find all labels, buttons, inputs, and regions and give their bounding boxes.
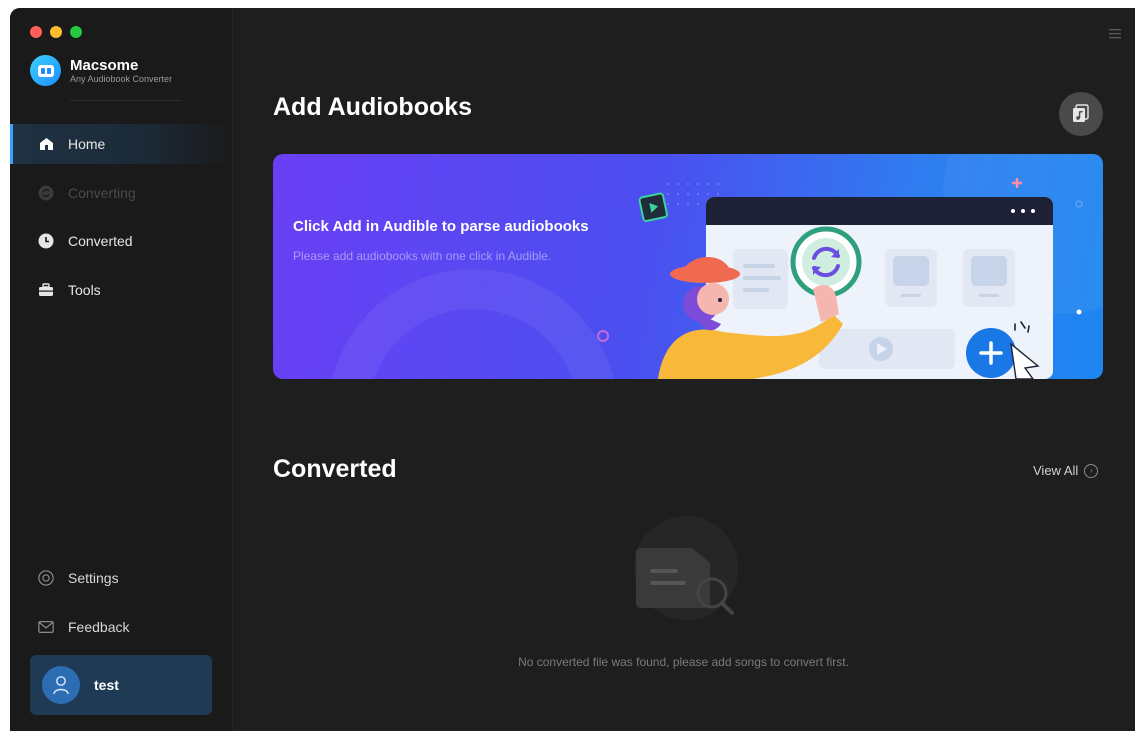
sidebar-item-converting[interactable]: Converting [10,173,232,213]
sidebar-item-label: Feedback [68,618,130,635]
sidebar-item-label: Tools [68,281,101,298]
sidebar-item-label: Converted [68,233,133,249]
add-file-button[interactable] [1059,92,1103,136]
gear-icon [38,570,54,586]
sidebar-item-tools[interactable]: Tools [10,270,232,310]
converting-icon [38,185,54,201]
close-window-button[interactable] [30,26,42,38]
home-icon [38,136,54,152]
user-account-card[interactable]: test [30,655,212,715]
sidebar: Macsome Any Audiobook Converter Home Con… [10,8,233,731]
app-logo-icon [30,55,61,86]
sidebar-item-label: Converting [68,184,136,201]
view-all-link[interactable]: View All › [1033,463,1099,478]
clock-icon [38,233,54,249]
sidebar-bottom-nav: Settings Feedback [10,558,232,655]
banner-title: Click Add in Audible to parse audiobooks [293,218,589,235]
music-file-icon [1073,104,1089,122]
sidebar-item-label: Home [68,136,106,152]
zoom-window-button[interactable] [70,26,82,38]
user-icon [42,666,80,704]
app-window: Macsome Any Audiobook Converter Home Con… [10,8,1135,731]
app-name: Macsome [70,56,139,74]
banner-illustration [332,154,1103,379]
minimize-window-button[interactable] [50,26,62,38]
sidebar-nav: Home Converting Converted Tools [10,124,232,318]
sidebar-item-converted[interactable]: Converted [10,221,232,261]
brand-divider [70,100,182,101]
menu-icon[interactable] [1109,26,1121,44]
sidebar-item-feedback[interactable]: Feedback [10,607,232,647]
empty-state-message: No converted file was found, please add … [518,655,849,669]
app-brand: Macsome Any Audiobook Converter [30,55,172,86]
add-audiobooks-title: Add Audiobooks [273,93,473,121]
banner-subtitle: Please add audiobooks with one click in … [293,249,552,263]
add-audiobooks-banner[interactable]: Click Add in Audible to parse audiobooks… [273,154,1103,379]
sidebar-item-label: Settings [68,570,119,586]
toolbox-icon [38,282,54,298]
user-name: test [94,677,119,693]
window-controls [30,26,82,38]
empty-state-illustration [630,513,750,628]
mail-icon [38,619,54,635]
sidebar-item-settings[interactable]: Settings [10,558,232,598]
app-subtitle: Any Audiobook Converter [70,73,173,84]
view-all-label: View All [1033,463,1079,478]
converted-title: Converted [273,455,397,483]
chevron-right-icon: › [1084,463,1099,478]
sidebar-item-home[interactable]: Home [10,124,232,164]
